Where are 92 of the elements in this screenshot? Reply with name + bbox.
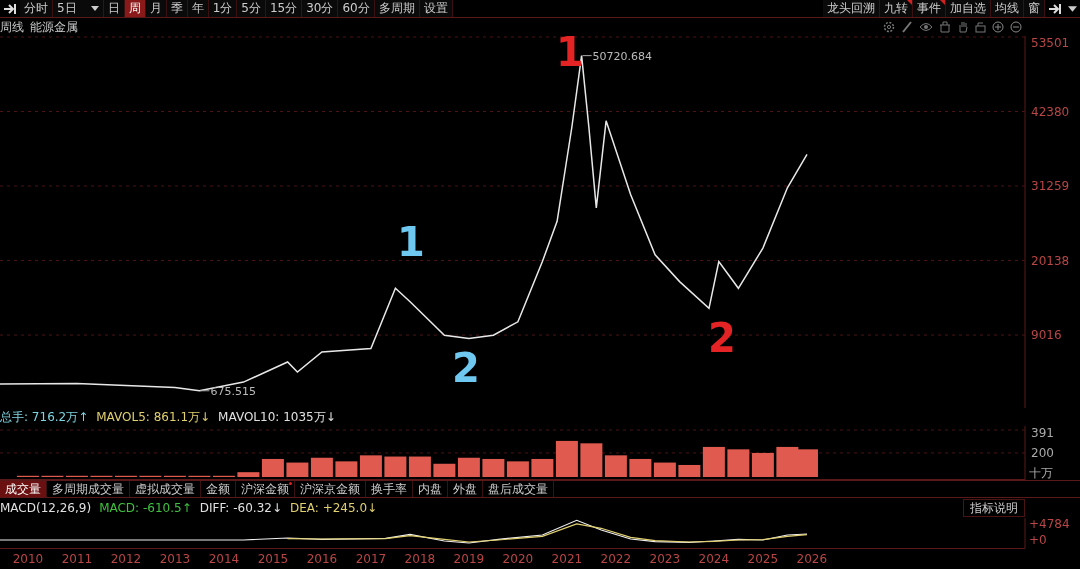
period-tab[interactable]: 15分 [265, 0, 303, 17]
price-label: 50720.684 [592, 49, 653, 63]
axis-label: 53501 [1031, 36, 1070, 50]
year-label: 2024 [698, 552, 730, 566]
year-label: 2016 [306, 552, 338, 566]
legend-text: MAVOL10: 1035万↓ [218, 408, 336, 426]
volume-bar [506, 461, 529, 477]
axis-label: 391 [1031, 426, 1054, 440]
hand-mark: 1 [397, 222, 425, 262]
hand-mark: 2 [452, 348, 480, 388]
volume-bar [629, 458, 652, 477]
pen-icon[interactable] [901, 21, 913, 33]
period-tab[interactable]: 1分 [208, 0, 238, 17]
period-dropdown[interactable]: 5日 [53, 0, 104, 17]
year-label: 2021 [551, 552, 583, 566]
axis-label: 42380 [1031, 104, 1070, 119]
year-label: 2019 [453, 552, 485, 566]
legend-text: MACD: -610.5↑ [99, 501, 192, 515]
year-label: 2018 [404, 552, 436, 566]
eye-icon[interactable] [919, 22, 933, 32]
period-tab[interactable]: 设置 [419, 0, 453, 17]
period-tab[interactable]: 季 [166, 0, 188, 17]
legend-text: 总手: 716.2万↑ [0, 408, 89, 426]
period-tab[interactable]: 日 [103, 0, 125, 17]
hand-mark: 1 [556, 32, 584, 72]
period-tab[interactable]: 分时 [20, 0, 53, 17]
volume-bar [310, 457, 333, 477]
volume-bar [751, 452, 774, 477]
year-label: 2020 [502, 552, 534, 566]
period-tab[interactable]: 5分 [237, 0, 266, 17]
leader-line [582, 55, 593, 57]
year-label: 2022 [600, 552, 632, 566]
axis-label: 31259 [1031, 179, 1070, 193]
volume-bar [795, 449, 818, 477]
volume-bar [457, 457, 480, 477]
year-label: 2017 [355, 552, 387, 566]
volume-bar [727, 449, 750, 477]
period-label: 周线 [0, 18, 24, 36]
hand-mark: 2 [708, 318, 736, 358]
year-label: 2010 [12, 552, 44, 566]
year-label: 2026 [796, 552, 828, 566]
volume-bar [286, 462, 309, 477]
zoom-out-icon[interactable] [1010, 21, 1022, 33]
axis-label: 9016 [1031, 328, 1062, 343]
leader-line [199, 390, 210, 392]
year-label: 2011 [61, 552, 93, 566]
volume-bar [433, 463, 456, 477]
period-tab[interactable]: 30分 [302, 0, 339, 17]
lock-icon[interactable] [975, 21, 986, 33]
year-label: 2023 [649, 552, 681, 566]
volume-bar [408, 456, 431, 477]
toolbar-button[interactable]: 九转 [880, 0, 913, 17]
period-tab[interactable]: 月 [145, 0, 167, 17]
legend-text: MACD(12,26,9) [0, 501, 92, 515]
volume-bar [384, 456, 407, 477]
price-label: 675.515 [210, 384, 256, 398]
sector-name: 能源金属 [30, 18, 78, 36]
year-label: 2015 [257, 552, 289, 566]
volume-bar [776, 446, 799, 477]
volume-bar [359, 455, 382, 477]
volume-bar [482, 458, 505, 477]
collapse-icon[interactable] [3, 2, 17, 15]
volume-bar [335, 461, 358, 477]
period-tab[interactable]: 周 [124, 0, 146, 17]
toolbar-button[interactable]: 窗 [1024, 0, 1045, 17]
toolbar-button[interactable]: 加自选 [946, 0, 991, 17]
expand-icon[interactable] [1048, 2, 1062, 15]
legend-text: DEA: +245.0↓ [289, 501, 378, 515]
zoom-in-icon[interactable] [992, 21, 1004, 33]
axis-label: 200 [1031, 445, 1054, 460]
axis-label: +0 [1029, 533, 1047, 547]
legend-text: MAVOL5: 861.1万↓ [96, 408, 211, 426]
indicator-help-button[interactable]: 指标说明 [963, 499, 1025, 517]
year-label: 2014 [208, 552, 240, 566]
axis-label: 20138 [1031, 253, 1070, 268]
indicator-tab[interactable]: 成交量 [0, 481, 47, 497]
volume-bar [653, 462, 676, 477]
unit-label: 十万 [1029, 466, 1053, 480]
year-label: 2013 [159, 552, 191, 566]
period-tab[interactable]: 年 [187, 0, 209, 17]
period-tab[interactable]: 60分 [338, 0, 375, 17]
toolbar-button[interactable]: 龙头回溯 [823, 0, 880, 17]
caret-icon [90, 6, 99, 11]
caret-icon[interactable] [1068, 5, 1077, 12]
toolbar-button[interactable]: 均线 [991, 0, 1024, 17]
toolbar-button[interactable]: 事件 [913, 0, 946, 17]
gear-icon[interactable] [883, 21, 895, 33]
axis-label: +4784 [1029, 518, 1070, 531]
year-label: 2025 [747, 552, 779, 566]
year-label: 2012 [110, 552, 142, 566]
legend-text: DIFF: -60.32↓ [199, 501, 282, 515]
period-tab[interactable]: 多周期 [374, 0, 420, 17]
